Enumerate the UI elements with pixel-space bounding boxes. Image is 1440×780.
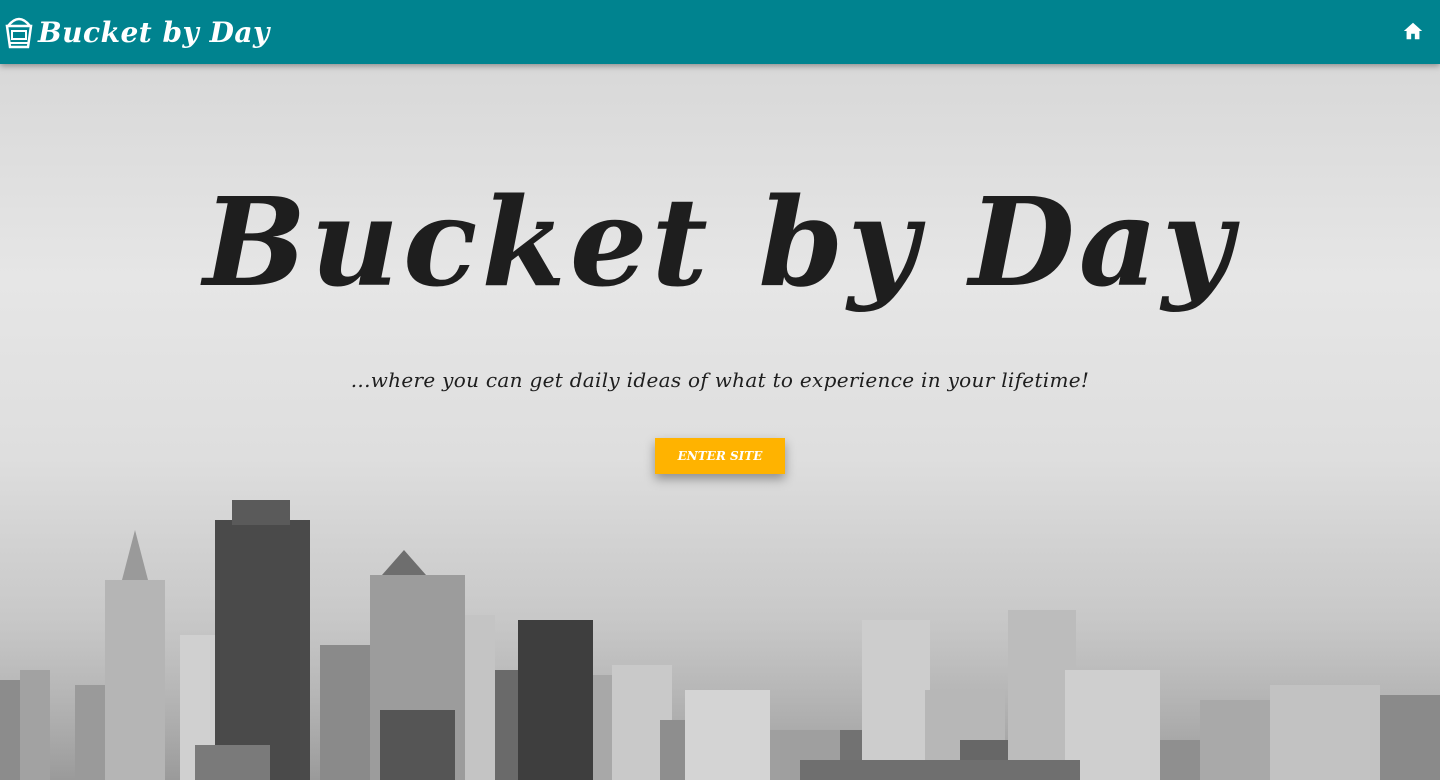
hero-title: Bucket by Day — [203, 170, 1237, 314]
city-skyline-image — [0, 500, 1440, 780]
hero-section: Bucket by Day ...where you can get daily… — [0, 64, 1440, 780]
home-icon[interactable] — [1402, 20, 1424, 42]
enter-site-button[interactable]: Enter Site — [655, 438, 785, 474]
top-navbar: Bucket by Day — [0, 0, 1440, 64]
hero-tagline: ...where you can get daily ideas of what… — [350, 368, 1090, 392]
brand-link[interactable]: Bucket by Day — [4, 6, 270, 58]
bucket-icon — [5, 17, 33, 49]
brand-title: Bucket by Day — [38, 15, 270, 49]
